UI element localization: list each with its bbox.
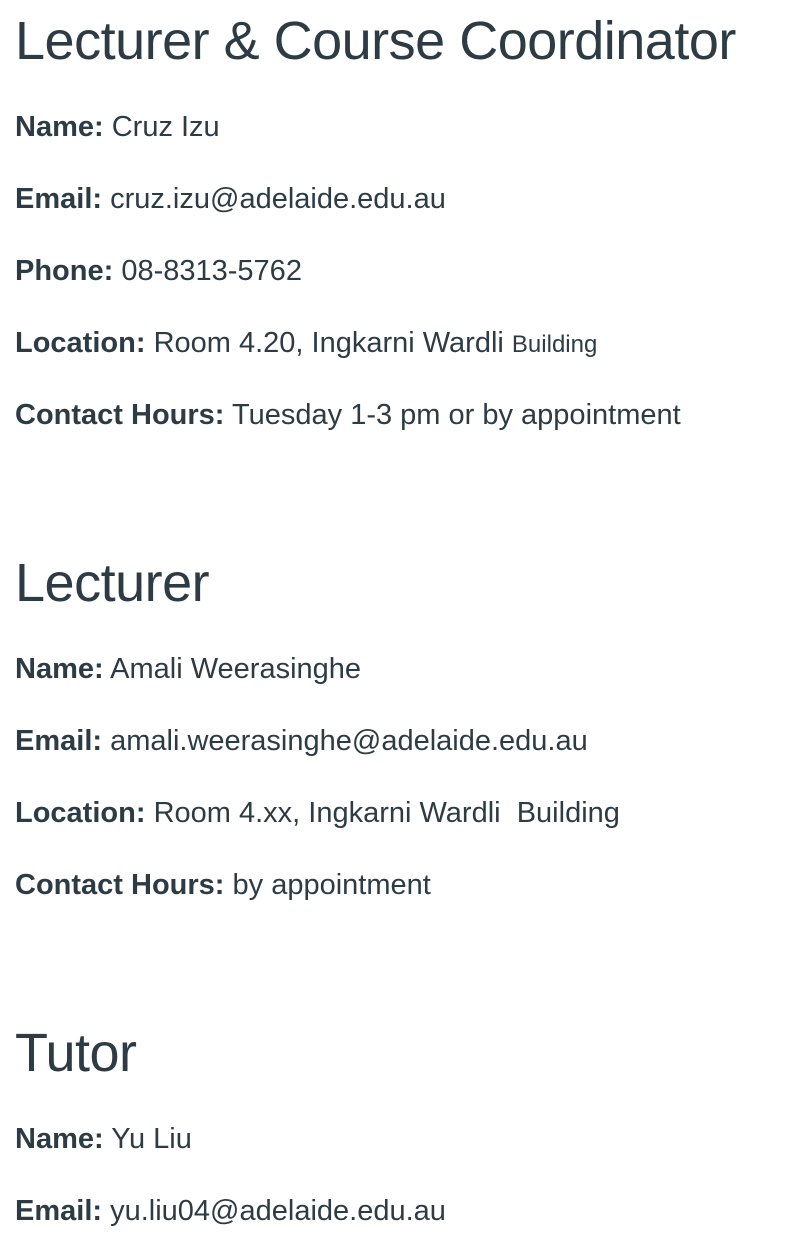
field-label: Name: — [15, 1123, 104, 1155]
email-link[interactable]: amali.weerasinghe@adelaide.edu.au — [110, 725, 588, 757]
email-link[interactable]: cruz.izu@adelaide.edu.au — [110, 183, 446, 215]
section-heading-coordinator: Lecturer & Course Coordinator — [15, 11, 736, 71]
field-label: Email: — [15, 1195, 103, 1227]
section-heading-lecturer: Lecturer — [15, 553, 210, 613]
coordinator-name-field: Name: Cruz Izu — [15, 113, 220, 142]
field-value: Room 4.xx, Ingkarni Wardli Building — [153, 797, 620, 829]
field-value: Yu Liu — [111, 1123, 192, 1155]
field-value: Cruz Izu — [111, 111, 220, 143]
coordinator-location-field: Location: Room 4.20, Ingkarni Wardli Bui… — [15, 329, 597, 358]
lecturer-contact-hours-field: Contact Hours: by appointment — [15, 871, 431, 900]
lecturer-location-field: Location: Room 4.xx, Ingkarni Wardli Bui… — [15, 799, 620, 828]
tutor-email-field: Email: yu.liu04@adelaide.edu.au — [15, 1197, 446, 1226]
coordinator-phone-field: Phone: 08-8313-5762 — [15, 257, 302, 286]
field-value: Amali Weerasinghe — [110, 653, 362, 685]
field-label: Email: — [15, 725, 103, 757]
section-heading-tutor: Tutor — [15, 1023, 137, 1083]
lecturer-name-field: Name: Amali Weerasinghe — [15, 655, 361, 684]
field-label: Email: — [15, 183, 103, 215]
tutor-name-field: Name: Yu Liu — [15, 1125, 192, 1154]
field-label: Contact Hours: — [15, 399, 225, 431]
coordinator-contact-hours-field: Contact Hours: Tuesday 1-3 pm or by appo… — [15, 401, 681, 430]
email-link[interactable]: yu.liu04@adelaide.edu.au — [110, 1195, 446, 1227]
field-label: Name: — [15, 653, 104, 685]
field-value: Tuesday 1-3 pm or by appointment — [232, 399, 681, 431]
field-label: Location: — [15, 327, 146, 359]
field-value: Room 4.20, Ingkarni Wardli — [153, 327, 504, 359]
field-value-suffix: Building — [511, 331, 598, 358]
field-label: Phone: — [15, 255, 114, 287]
field-label: Name: — [15, 111, 104, 143]
field-label: Location: — [15, 797, 146, 829]
lecturer-email-field: Email: amali.weerasinghe@adelaide.edu.au — [15, 727, 588, 756]
staff-contacts-page: Lecturer & Course Coordinator Name: Cruz… — [0, 0, 808, 1240]
field-value: 08-8313-5762 — [121, 255, 302, 287]
field-label: Contact Hours: — [15, 869, 225, 901]
field-value: by appointment — [232, 869, 431, 901]
coordinator-email-field: Email: cruz.izu@adelaide.edu.au — [15, 185, 446, 214]
